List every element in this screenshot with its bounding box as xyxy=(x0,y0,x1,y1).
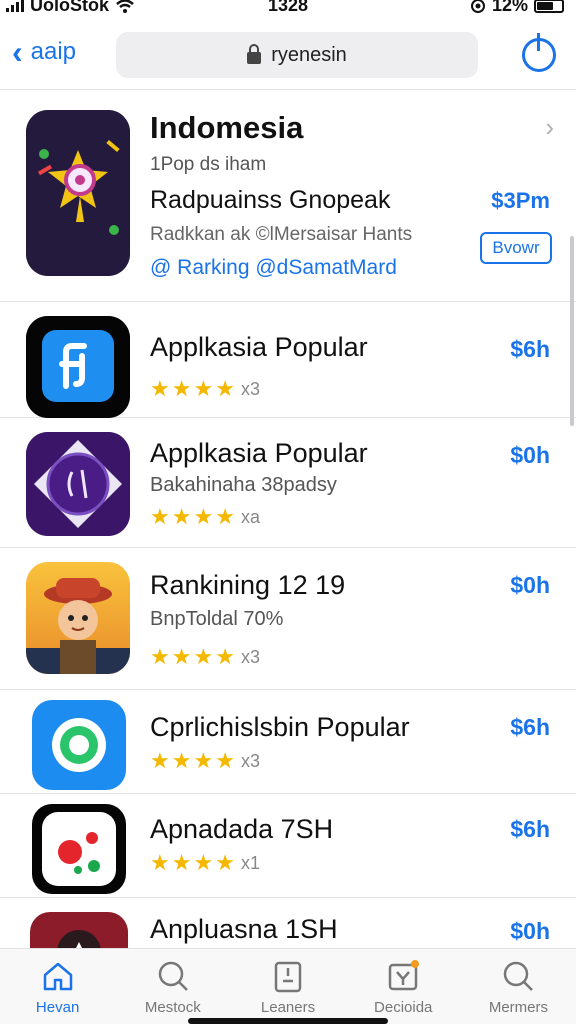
tab-label: Decioida xyxy=(374,999,433,1016)
battery-icon xyxy=(534,0,564,13)
featured-app-name: Radpuainss Gnopeak xyxy=(150,186,391,214)
star-rating: ★ ★ ★ ★ x3 xyxy=(150,644,260,669)
tab-gift[interactable]: Decioida xyxy=(346,949,461,1024)
app-list: Indomesia 1Pop ds iham Radpuainss Gnopea… xyxy=(0,92,576,948)
featured-app-icon xyxy=(26,110,130,276)
location-icon xyxy=(470,0,485,13)
tab-label: Mestock xyxy=(144,999,201,1016)
scroll-indicator[interactable] xyxy=(570,236,574,426)
app-title: Apnadada 7SH xyxy=(150,814,334,844)
list-item[interactable]: Apnadada 7SH ★ ★ ★ ★ x1 $6h xyxy=(0,794,576,898)
star-rating: ★ ★ ★ ★ x1 xyxy=(150,850,260,875)
app-title: Applkasia Popular xyxy=(150,438,368,468)
tab-label: Hevan xyxy=(35,999,80,1016)
navigation-bar: ‹ aaip ryenesin xyxy=(0,22,576,90)
app-title: Cprlichislsbin Popular xyxy=(150,712,410,742)
app-title: Applkasia Popular xyxy=(150,332,368,362)
featured-view-button[interactable]: Bvowr xyxy=(480,232,552,264)
featured-description: Radkkan ak ©lMersaisar Hants xyxy=(150,224,413,245)
featured-subtitle: 1Pop ds iham xyxy=(150,154,267,175)
tab-search-more[interactable]: Mermers xyxy=(461,949,576,1024)
list-item[interactable]: Anpluasna 1SH $0h xyxy=(0,898,576,948)
battery-percent: 12% xyxy=(491,0,528,15)
star-rating: ★ ★ ★ ★ x3 xyxy=(150,748,260,773)
star-rating: ★ ★ ★ ★ x3 xyxy=(150,376,260,401)
tab-label: Mermers xyxy=(488,999,548,1016)
app-price[interactable]: $6h xyxy=(510,336,550,363)
featured-app-row[interactable]: Indomesia 1Pop ds iham Radpuainss Gnopea… xyxy=(0,92,576,302)
search-icon xyxy=(158,961,188,991)
tab-search[interactable]: Mestock xyxy=(115,949,230,1024)
list-item[interactable]: Cprlichislsbin Popular ★ ★ ★ ★ x3 $6h xyxy=(0,690,576,794)
featured-title: Indomesia xyxy=(150,110,304,145)
list-item[interactable]: Applkasia Popular ★ ★ ★ ★ x3 $6h xyxy=(0,302,576,418)
list-item[interactable]: Applkasia Popular Bakahinaha 38padsy ★ ★ ★… xyxy=(0,418,576,548)
status-right: 12% xyxy=(470,0,564,16)
app-icon xyxy=(32,700,126,790)
app-title: Rankining 12 19 xyxy=(150,570,346,600)
featured-price: $3Pm xyxy=(491,188,550,213)
app-price[interactable]: $0h xyxy=(510,918,550,945)
back-label: aaip xyxy=(30,38,77,65)
app-icon xyxy=(32,804,126,894)
app-price[interactable]: $0h xyxy=(510,572,550,599)
tab-clipboard[interactable]: Leaners xyxy=(230,949,345,1024)
app-icon xyxy=(26,432,130,536)
tab-label: Leaners xyxy=(260,999,316,1016)
star-rating: ★ ★ ★ ★ xa xyxy=(150,504,260,529)
status-bar: UoloStok 1328 12% xyxy=(0,0,576,20)
search-icon xyxy=(504,961,534,991)
app-price[interactable]: $6h xyxy=(510,714,550,741)
tab-bar: Hevan Mestock Leaners Decioida Mermers xyxy=(0,948,576,1024)
clipboard-icon xyxy=(274,961,302,993)
share-icon[interactable] xyxy=(522,33,556,72)
app-icon xyxy=(30,912,128,948)
app-price[interactable]: $0h xyxy=(510,442,550,469)
back-button[interactable]: ‹ aaip xyxy=(12,34,77,70)
app-icon xyxy=(26,316,130,418)
app-icon xyxy=(26,562,130,674)
chevron-left-icon: ‹ xyxy=(12,34,23,70)
app-title: Anpluasna 1SH xyxy=(150,914,338,944)
list-item[interactable]: Rankining 12 19 BnpToldal 70% ★ ★ ★ ★ x3 $0… xyxy=(0,548,576,690)
gift-icon xyxy=(388,960,420,991)
home-icon xyxy=(43,962,72,991)
featured-link[interactable]: @ Rarking @dSamatMard xyxy=(150,256,397,280)
app-subtitle: Bakahinaha 38padsy xyxy=(150,474,337,496)
home-indicator xyxy=(188,1018,388,1024)
url-text: ryenesin xyxy=(271,43,347,66)
tab-home[interactable]: Hevan xyxy=(0,949,115,1024)
app-subtitle: BnpToldal 70% xyxy=(150,608,284,630)
app-price[interactable]: $6h xyxy=(510,816,550,843)
chevron-right-icon[interactable]: › xyxy=(545,112,554,143)
lock-icon xyxy=(247,44,262,64)
address-bar[interactable]: ryenesin xyxy=(116,32,478,78)
